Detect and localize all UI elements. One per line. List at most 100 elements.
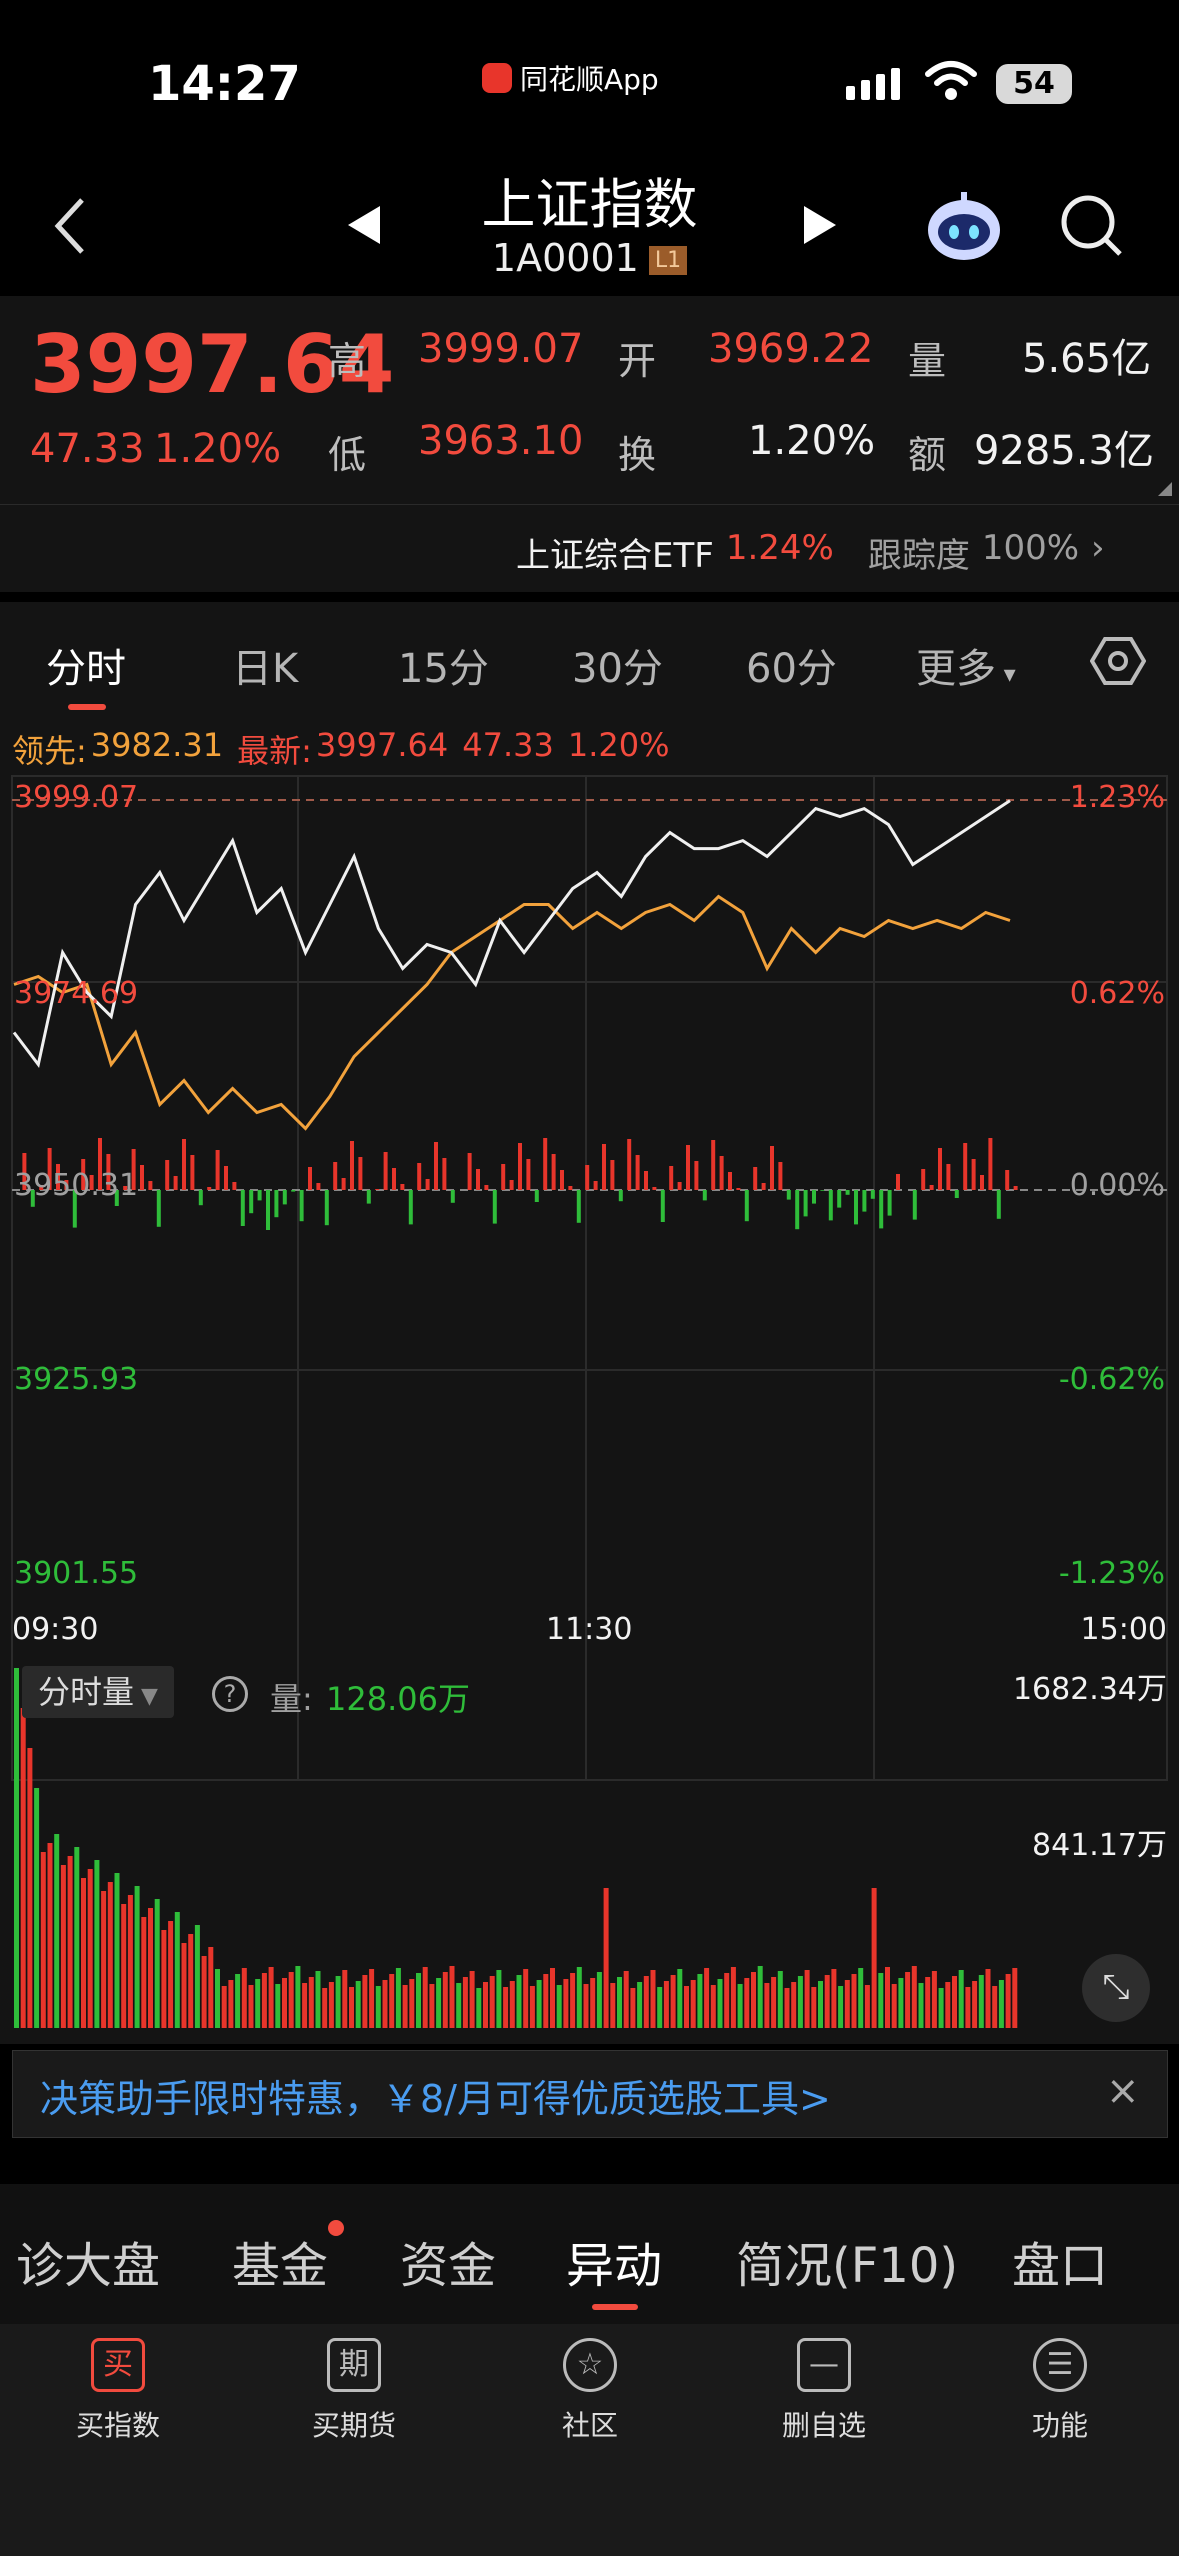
volume-bar: [637, 1982, 643, 2028]
cellular-signal-icon: [846, 68, 900, 100]
diff-bar: [996, 1190, 1001, 1219]
diff-bar: [593, 1181, 598, 1190]
tab-daily-k[interactable]: 日K: [232, 636, 298, 694]
volume-bar: [958, 1970, 964, 2028]
settings-hexagon-icon[interactable]: [1090, 636, 1146, 686]
volume-bar: [67, 1856, 73, 2028]
price-chart[interactable]: [0, 770, 1179, 2030]
diff-bar: [450, 1190, 455, 1203]
volume-bar: [797, 1976, 803, 2028]
remove-watchlist-button[interactable]: — 删自选: [754, 2338, 894, 2444]
diff-bar: [963, 1143, 968, 1190]
diff-bar: [358, 1157, 363, 1190]
volume-bar: [121, 1904, 127, 2028]
etf-info[interactable]: 上证综合ETF 1.24% 跟踪度 100% ›: [516, 528, 1105, 577]
volume-bar: [590, 1978, 596, 2028]
diff-bar: [602, 1144, 606, 1190]
volume-bar: [389, 1974, 395, 2028]
tab-fund[interactable]: 基金: [232, 2226, 328, 2296]
volume-bar: [663, 1981, 669, 2028]
tab-movement[interactable]: 异动: [566, 2226, 662, 2296]
volume-bar: [938, 1988, 944, 2028]
volume-bar: [215, 1969, 220, 2028]
volume-bar: [871, 1888, 877, 2028]
diff-bar: [140, 1165, 144, 1190]
volume-bar: [235, 1974, 241, 2028]
next-stock-icon[interactable]: [800, 204, 840, 246]
volume-bar: [469, 1971, 475, 2028]
volume-bar: [503, 1987, 509, 2028]
high-label: 高: [328, 339, 367, 383]
buy-index-label: 买指数: [75, 2409, 160, 2442]
tab-intraday[interactable]: 分时: [46, 636, 126, 694]
functions-button[interactable]: ☰ 功能: [990, 2338, 1130, 2444]
volume-bar: [898, 1978, 904, 2028]
menu-icon: ☰: [1033, 2338, 1087, 2392]
price-change: 47.33: [30, 426, 145, 472]
diff-bar: [778, 1162, 783, 1190]
volume-bar: [556, 1985, 562, 2028]
close-icon[interactable]: ×: [1106, 2068, 1140, 2114]
community-button[interactable]: ☆ 社区: [520, 2338, 660, 2444]
volume-bar: [985, 1969, 991, 2028]
volume-bar: [261, 1973, 267, 2028]
diff-bar: [518, 1143, 522, 1190]
tab-capital[interactable]: 资金: [400, 2226, 496, 2296]
diff-bar: [845, 1190, 850, 1195]
buy-futures-button[interactable]: 期 买期货: [284, 2338, 424, 2444]
volume-bar: [998, 1980, 1004, 2028]
tab-profile[interactable]: 简况(F10): [736, 2226, 958, 2296]
pct-label-top: 1.23%: [1069, 780, 1165, 815]
x-tick-noon: 11:30: [546, 1612, 633, 1647]
volume-bar: [818, 1981, 823, 2028]
diff-bar: [266, 1190, 270, 1230]
volume-bar: [342, 1970, 348, 2028]
volume-bar: [804, 1970, 810, 2028]
volume-bar: [449, 1966, 455, 2028]
volume-bar: [94, 1860, 100, 2028]
fullscreen-icon[interactable]: ⤡: [1082, 1954, 1150, 2022]
tab-more[interactable]: 更多 ▾: [916, 636, 1016, 694]
diff-bar: [677, 1182, 682, 1190]
promo-text[interactable]: 决策助手限时特惠，￥8/月可得优质选股工具>: [40, 2068, 831, 2123]
volume-bar: [335, 1976, 341, 2028]
robot-assistant-icon[interactable]: [924, 188, 1004, 264]
tab-60min[interactable]: 60分: [746, 636, 837, 694]
volume-type-select[interactable]: 分时量 ▼: [22, 1666, 174, 1718]
expand-corner-icon[interactable]: [1158, 482, 1172, 496]
volume-bar: [704, 1968, 710, 2028]
diff-bar: [560, 1170, 564, 1190]
volume-bar: [208, 1947, 214, 2028]
diff-bar: [190, 1155, 195, 1190]
volume-bar: [355, 1981, 361, 2028]
diff-bar: [375, 1189, 380, 1190]
volume-bar: [952, 1976, 957, 2028]
volume-bar: [288, 1972, 294, 2028]
volume-bar: [1012, 1968, 1018, 2028]
volume-bar: [583, 1984, 589, 2028]
diff-bar: [652, 1187, 657, 1190]
buy-index-button[interactable]: 买 买指数: [48, 2338, 188, 2444]
search-icon[interactable]: [1060, 194, 1124, 260]
volume-bar: [436, 1978, 442, 2028]
level-badge: L1: [648, 246, 688, 275]
tab-30min[interactable]: 30分: [572, 636, 663, 694]
volume-bar: [905, 1972, 911, 2028]
volume-bar: [516, 1975, 522, 2028]
tab-diagnose[interactable]: 诊大盘: [16, 2226, 160, 2296]
help-icon[interactable]: ?: [212, 1676, 248, 1712]
volume-bar: [429, 1984, 435, 2028]
stock-code-text: 1A0001: [491, 236, 639, 280]
diff-bar: [400, 1184, 405, 1190]
volume-bar: [603, 1888, 609, 2028]
tab-orderbook[interactable]: 盘口: [1012, 2226, 1108, 2296]
diff-bar: [308, 1167, 312, 1190]
minus-icon: —: [797, 2338, 851, 2392]
volume-bar: [777, 1971, 783, 2028]
volume-bar: [34, 1788, 40, 2028]
app-badge: 同花顺App: [482, 58, 659, 98]
diff-bar: [618, 1190, 623, 1202]
volume-bar: [462, 1977, 468, 2028]
diff-bar: [660, 1190, 665, 1222]
tab-15min[interactable]: 15分: [398, 636, 489, 694]
